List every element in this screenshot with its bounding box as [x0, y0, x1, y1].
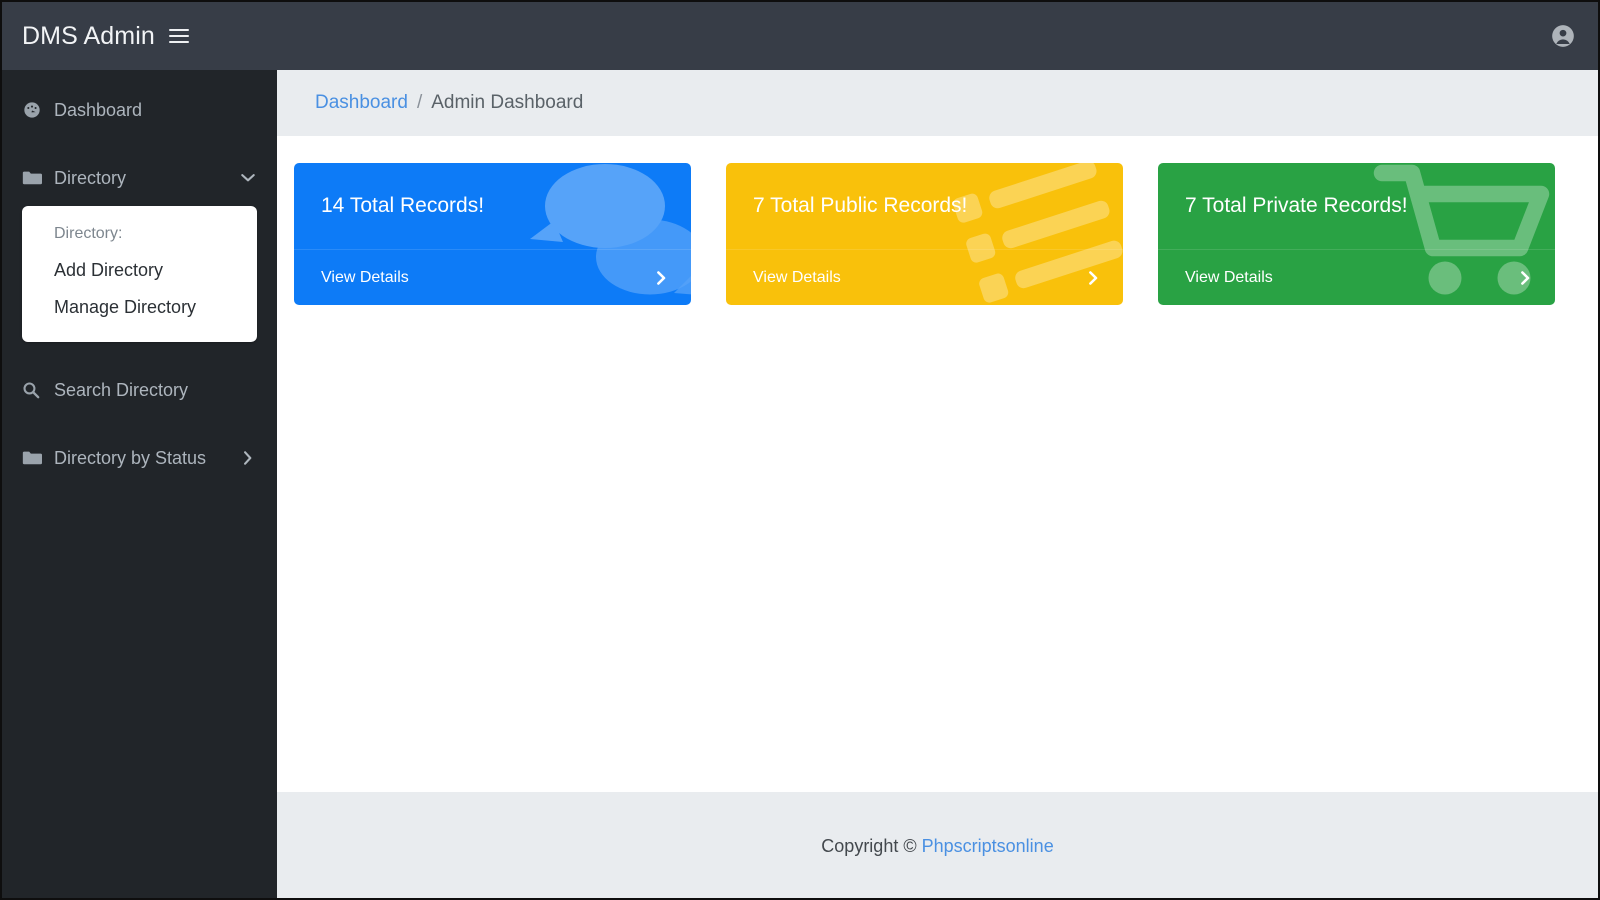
chevron-right-icon [1088, 270, 1099, 285]
hamburger-bar [168, 35, 189, 37]
hamburger-icon[interactable] [168, 25, 191, 47]
breadcrumb-separator: / [416, 92, 423, 113]
breadcrumb-link-dashboard[interactable]: Dashboard [315, 92, 408, 114]
stat-card-public-records[interactable]: 7 Total Public Records! View Details [726, 163, 1123, 305]
card-title: 7 Total Public Records! [753, 194, 968, 217]
page-footer: Copyright © Phpscriptsonline [277, 792, 1598, 898]
main-content: Dashboard / Admin Dashboard 14 Total Rec… [277, 70, 1598, 898]
user-circle-icon[interactable] [1550, 23, 1576, 49]
card-title: 7 Total Private Records! [1185, 194, 1408, 217]
sidebar-item-label: Dashboard [54, 99, 143, 120]
sidebar-item-label: Search Directory [54, 379, 189, 400]
sidebar-item-directory-by-status[interactable]: Directory by Status [2, 434, 277, 482]
stat-card-total-records[interactable]: 14 Total Records! View Details [294, 163, 691, 305]
card-footer-label: View Details [1185, 268, 1273, 286]
admin-dashboard-page: DMS Admin Dashboard Directory Directory:… [0, 0, 1600, 900]
search-icon [22, 380, 44, 400]
sidebar-item-search-directory[interactable]: Search Directory [2, 366, 277, 414]
card-title: 14 Total Records! [321, 194, 485, 217]
chevron-right-icon [1520, 270, 1531, 285]
sidebar-item-label: Directory by Status [54, 447, 207, 468]
hamburger-bar [168, 41, 189, 43]
submenu-header: Directory: [54, 225, 123, 242]
sidebar-item-directory[interactable]: Directory [2, 154, 277, 202]
sidebar-item-dashboard[interactable]: Dashboard [2, 86, 277, 134]
top-navbar: DMS Admin [2, 2, 1598, 70]
copyright-text: Copyright © [821, 835, 917, 856]
folder-icon [22, 168, 44, 188]
stat-cards-row: 14 Total Records! View Details 7 Total P… [277, 136, 1598, 305]
footer-link-phpscriptsonline[interactable]: Phpscriptsonline [922, 836, 1054, 857]
submenu-item-manage-directory[interactable]: Manage Directory [22, 289, 257, 326]
brand-title: DMS Admin [22, 21, 155, 50]
stat-card-private-records[interactable]: 7 Total Private Records! View Details [1158, 163, 1555, 305]
breadcrumb: Dashboard / Admin Dashboard [277, 70, 1598, 136]
sidebar: Dashboard Directory Directory: Add Direc… [2, 70, 277, 898]
submenu-item-add-directory[interactable]: Add Directory [22, 252, 257, 289]
tachometer-icon [22, 100, 44, 120]
chevron-right-icon [241, 451, 255, 465]
card-footer[interactable]: View Details [294, 249, 691, 305]
directory-submenu-panel: Directory: Add Directory Manage Director… [22, 206, 257, 342]
card-footer-label: View Details [321, 268, 409, 286]
card-footer-label: View Details [753, 268, 841, 286]
hamburger-bar [168, 29, 189, 31]
chevron-down-icon [241, 171, 255, 185]
folder-icon [22, 448, 44, 468]
card-footer[interactable]: View Details [1158, 249, 1555, 305]
card-footer[interactable]: View Details [726, 249, 1123, 305]
chevron-right-icon [656, 270, 667, 285]
sidebar-item-label: Directory [54, 167, 127, 188]
breadcrumb-current: Admin Dashboard [431, 92, 584, 113]
